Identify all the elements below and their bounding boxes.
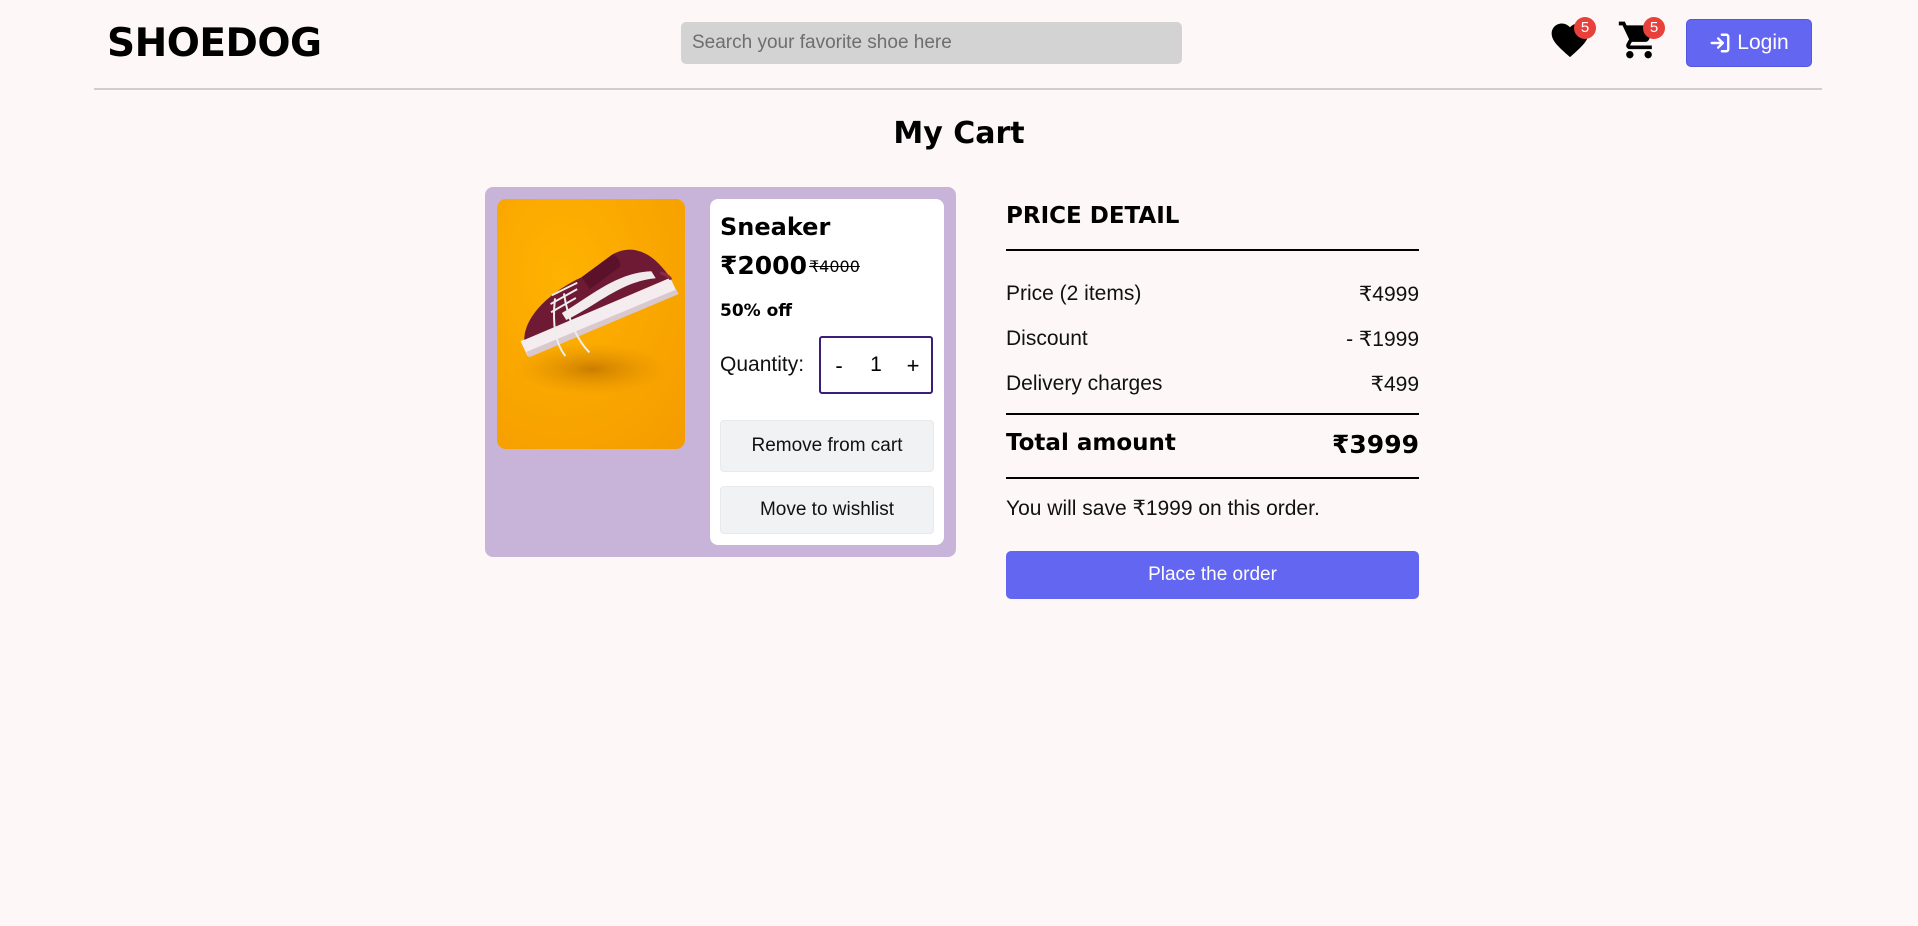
delivery-label: Delivery charges bbox=[1006, 372, 1163, 395]
discount-label: Discount bbox=[1006, 327, 1088, 350]
navbar: SHOEDOG 5 5 Login bbox=[94, 0, 1822, 90]
move-to-wishlist-button[interactable]: Move to wishlist bbox=[720, 486, 934, 534]
product-price: ₹2000 bbox=[720, 251, 807, 280]
price-value: ₹4999 bbox=[1358, 283, 1419, 306]
remove-from-cart-button[interactable]: Remove from cart bbox=[720, 420, 934, 472]
discount-percent: 50% off bbox=[720, 301, 793, 321]
divider bbox=[1006, 413, 1419, 415]
divider bbox=[1006, 249, 1419, 251]
login-label: Login bbox=[1737, 31, 1789, 54]
sneaker-image[interactable] bbox=[497, 199, 685, 449]
discount-value: - ₹1999 bbox=[1346, 328, 1419, 351]
delivery-value: ₹499 bbox=[1370, 373, 1419, 396]
logo[interactable]: SHOEDOG bbox=[107, 21, 322, 66]
price-row: Price (2 items) ₹4999 bbox=[1006, 282, 1419, 306]
cart-count-badge: 5 bbox=[1643, 17, 1665, 39]
product-name: Sneaker bbox=[720, 213, 831, 241]
savings-text: You will save ₹1999 on this order. bbox=[1006, 497, 1320, 520]
cart-item-card: Sneaker ₹2000 ₹4000 50% off Quantity: - … bbox=[485, 187, 956, 557]
increase-quantity-button[interactable]: + bbox=[899, 352, 927, 380]
quantity-stepper: - 1 + bbox=[819, 336, 933, 394]
quantity-label: Quantity: bbox=[720, 353, 805, 376]
place-order-button[interactable]: Place the order bbox=[1006, 551, 1419, 599]
wishlist-button[interactable]: 5 bbox=[1548, 17, 1596, 64]
original-price: ₹4000 bbox=[809, 257, 860, 276]
total-value: ₹3999 bbox=[1332, 430, 1419, 459]
total-label: Total amount bbox=[1006, 430, 1176, 456]
cart-button[interactable]: 5 bbox=[1617, 17, 1665, 64]
wishlist-count-badge: 5 bbox=[1574, 17, 1596, 39]
price-label: Price (2 items) bbox=[1006, 282, 1142, 305]
price-detail-title: PRICE DETAIL bbox=[1006, 203, 1180, 229]
search-input[interactable] bbox=[681, 22, 1182, 64]
delivery-row: Delivery charges ₹499 bbox=[1006, 372, 1419, 396]
page-title: My Cart bbox=[893, 116, 1025, 151]
cart-item-info: Sneaker ₹2000 ₹4000 50% off Quantity: - … bbox=[710, 199, 944, 545]
login-button[interactable]: Login bbox=[1686, 19, 1812, 67]
login-icon bbox=[1710, 33, 1730, 53]
discount-row: Discount - ₹1999 bbox=[1006, 327, 1419, 351]
divider bbox=[1006, 477, 1419, 479]
total-row: Total amount ₹3999 bbox=[1006, 430, 1419, 459]
